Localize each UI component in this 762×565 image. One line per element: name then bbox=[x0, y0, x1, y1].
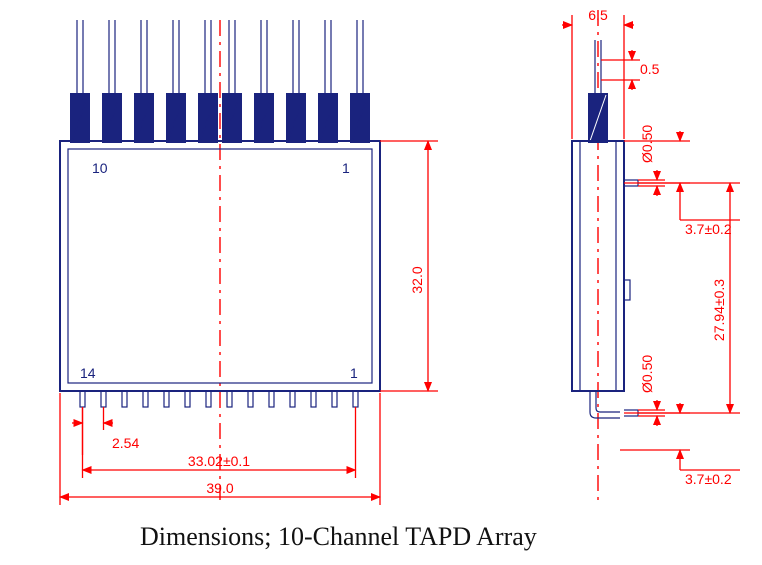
svg-text:0.5: 0.5 bbox=[640, 61, 660, 77]
svg-text:2.54: 2.54 bbox=[112, 435, 139, 451]
dim-width: 39.0 bbox=[60, 393, 380, 505]
front-view: 10 1 14 1 32.0 bbox=[60, 20, 438, 505]
label-top-right: 1 bbox=[342, 160, 350, 176]
pins-bottom bbox=[80, 391, 358, 407]
caption: Dimensions; 10-Channel TAPD Array bbox=[140, 522, 537, 551]
drawing-canvas: 10 1 14 1 32.0 bbox=[0, 0, 762, 565]
svg-text:Ø0.50: Ø0.50 bbox=[639, 125, 655, 163]
svg-text:6.5: 6.5 bbox=[588, 7, 608, 23]
svg-text:3.7±0.2: 3.7±0.2 bbox=[685, 221, 732, 237]
dim-pin-dia-top: Ø0.50 bbox=[638, 125, 665, 196]
svg-text:27.94±0.3: 27.94±0.3 bbox=[711, 279, 727, 341]
label-bot-right: 1 bbox=[350, 365, 358, 381]
svg-text:3.7±0.2: 3.7±0.2 bbox=[685, 471, 732, 487]
svg-text:39.0: 39.0 bbox=[206, 480, 233, 496]
svg-text:32.0: 32.0 bbox=[409, 266, 425, 293]
label-bot-left: 14 bbox=[80, 365, 96, 381]
dim-cable: 0.5 bbox=[601, 50, 660, 90]
side-lead bbox=[590, 391, 620, 418]
svg-text:33.02±0.1: 33.02±0.1 bbox=[188, 453, 250, 469]
dim-height: 32.0 bbox=[380, 141, 438, 391]
dim-pin-dia-bot: Ø0.50 bbox=[638, 355, 665, 426]
svg-text:Ø0.50: Ø0.50 bbox=[639, 355, 655, 393]
label-top-left: 10 bbox=[92, 160, 108, 176]
side-view: 6.5 0.5 Ø0.50 3.7±0.2 bbox=[562, 7, 740, 500]
